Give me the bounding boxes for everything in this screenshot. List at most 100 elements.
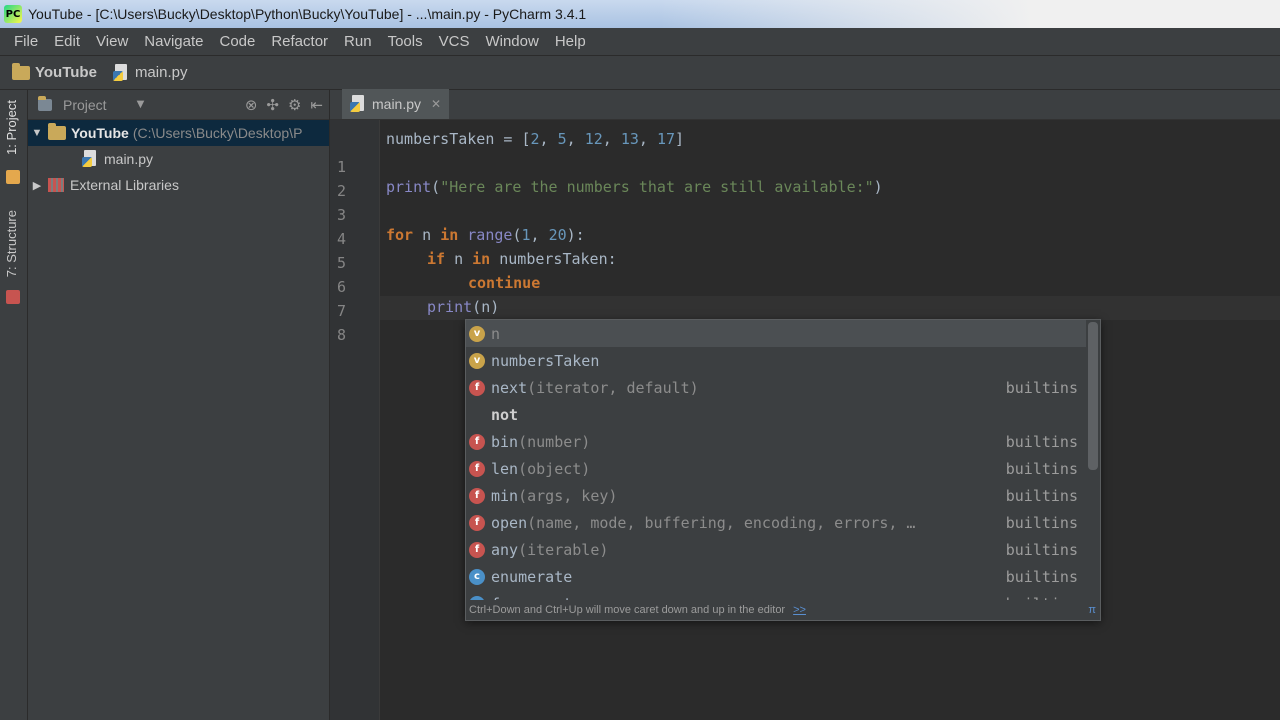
- pin-icon[interactable]: π: [1088, 604, 1096, 616]
- tree-item-youtube[interactable]: ▼ YouTube (C:\Users\Bucky\Desktop\P: [28, 120, 329, 146]
- tree-item-path: (C:\Users\Bucky\Desktop\P: [132, 125, 303, 141]
- completion-name: any: [491, 540, 519, 559]
- function-icon: f: [469, 433, 485, 450]
- tab-main-py[interactable]: main.py ✕: [342, 89, 450, 119]
- code-token: n: [445, 250, 473, 268]
- chevron-down-icon[interactable]: ▼: [137, 99, 145, 110]
- code-token: ,: [566, 130, 585, 148]
- title-bar: PC YouTube - [C:\Users\Bucky\Desktop\Pyt…: [0, 0, 1280, 28]
- completion-name: enumerate: [491, 567, 573, 586]
- completion-item[interactable]: c enumerate builtins: [466, 563, 1086, 590]
- line-number: 3: [336, 206, 346, 224]
- tab-label: main.py: [372, 96, 422, 112]
- menu-navigate[interactable]: Navigate: [136, 33, 211, 50]
- completion-name: min: [491, 486, 519, 505]
- function-icon: f: [469, 460, 485, 477]
- project-panel-toolbar: ⊗ ✣ ⚙ ⇤: [245, 96, 323, 114]
- code-token: ):: [566, 226, 585, 244]
- line-number-gutter: 1 2 3 4 5 6 7 8: [330, 120, 380, 720]
- code-line-6: if n in numbersTaken:: [427, 247, 617, 271]
- code-token: print: [427, 298, 473, 316]
- menu-help[interactable]: Help: [547, 33, 594, 50]
- completion-item[interactable]: f bin (number) builtins: [466, 428, 1086, 455]
- code-token: in: [472, 250, 491, 268]
- title-bar-fade: [660, 0, 1280, 28]
- completion-name: len: [491, 459, 519, 478]
- menu-view[interactable]: View: [88, 33, 136, 50]
- menu-run[interactable]: Run: [336, 33, 380, 50]
- completion-item[interactable]: v numbersTaken: [466, 347, 1086, 374]
- current-line-highlight: [380, 296, 1280, 320]
- completion-params: (number): [518, 432, 591, 451]
- completion-source: builtins: [1005, 432, 1078, 451]
- completion-item[interactable]: not: [466, 401, 1086, 428]
- completion-item[interactable]: f any (iterable) builtins: [466, 536, 1086, 563]
- popup-scrollbar[interactable]: [1088, 322, 1098, 470]
- scroll-from-source-icon[interactable]: ⊗: [245, 96, 258, 114]
- code-token: in: [440, 226, 459, 244]
- tool-tab-project[interactable]: 1: Project: [4, 100, 19, 155]
- breadcrumb-project[interactable]: YouTube: [12, 62, 97, 81]
- completion-item[interactable]: v n: [466, 320, 1086, 347]
- tree-item-external-libraries[interactable]: ▶ External Libraries: [28, 172, 329, 198]
- variable-icon: v: [469, 325, 485, 342]
- tool-window-strip: 1: Project 7: Structure: [0, 90, 28, 720]
- completion-source: builtins: [1005, 540, 1078, 559]
- code-token: 13: [620, 130, 639, 148]
- code-token: n: [481, 298, 491, 316]
- line-number: 4: [336, 230, 346, 248]
- menu-bar: File Edit View Navigate Code Refactor Ru…: [0, 28, 1280, 56]
- completion-params: (name, mode, buffering, encoding, errors…: [527, 513, 916, 532]
- menu-tools[interactable]: Tools: [380, 33, 431, 50]
- line-number: 2: [336, 182, 346, 200]
- project-panel: Project ▼ ⊗ ✣ ⚙ ⇤ ▼ YouTube (C:\Users\Bu…: [28, 90, 330, 720]
- code-token: "Here are the numbers that are still ava…: [440, 178, 874, 196]
- library-icon: [48, 178, 64, 192]
- menu-file[interactable]: File: [6, 33, 46, 50]
- structure-tool-icon: [6, 290, 20, 304]
- tree-item-label: main.py: [104, 151, 154, 167]
- code-token: [: [521, 130, 531, 148]
- completion-item[interactable]: f len (object) builtins: [466, 455, 1086, 482]
- completion-item[interactable]: f next (iterator, default) builtins: [466, 374, 1086, 401]
- code-completion-popup[interactable]: v n v numbersTaken f next (iterator, def…: [465, 319, 1101, 621]
- line-number: 8: [336, 326, 346, 344]
- tree-item-main-py[interactable]: main.py: [28, 146, 329, 172]
- close-icon[interactable]: ✕: [431, 97, 441, 111]
- code-line-5: for n in range(1, 20):: [386, 223, 585, 247]
- code-token: 1: [521, 226, 531, 244]
- tree-item-label: External Libraries: [70, 177, 179, 193]
- project-panel-title[interactable]: Project: [63, 97, 107, 113]
- expand-arrow-icon[interactable]: ▶: [30, 179, 44, 192]
- completion-hint: Ctrl+Down and Ctrl+Up will move caret do…: [466, 600, 1100, 620]
- completion-hint-link[interactable]: >>: [793, 604, 806, 616]
- keyword-icon: [469, 407, 485, 423]
- menu-window[interactable]: Window: [477, 33, 546, 50]
- gear-icon[interactable]: ⚙: [288, 96, 301, 114]
- completion-name: numbersTaken: [491, 351, 600, 370]
- code-line-8: print(n): [427, 295, 499, 319]
- code-token: numbersTaken: [386, 130, 495, 148]
- completion-item[interactable]: f open (name, mode, buffering, encoding,…: [466, 509, 1086, 536]
- collapse-all-icon[interactable]: ✣: [266, 96, 279, 114]
- completion-item[interactable]: f min (args, key) builtins: [466, 482, 1086, 509]
- code-token: range: [467, 226, 513, 244]
- line-number: 5: [336, 254, 346, 272]
- function-icon: f: [469, 487, 485, 504]
- menu-vcs[interactable]: VCS: [431, 33, 478, 50]
- completion-name: next: [491, 378, 528, 397]
- menu-code[interactable]: Code: [211, 33, 263, 50]
- editor-tab-bar: main.py ✕: [330, 89, 1280, 120]
- breadcrumb-file[interactable]: main.py: [112, 63, 187, 82]
- expand-arrow-icon[interactable]: ▼: [30, 127, 44, 139]
- hide-panel-icon[interactable]: ⇤: [310, 96, 323, 114]
- code-token: =: [494, 130, 522, 148]
- tool-tab-structure[interactable]: 7: Structure: [4, 210, 19, 277]
- breadcrumb-project-label: YouTube: [35, 64, 97, 81]
- menu-refactor[interactable]: Refactor: [263, 33, 336, 50]
- code-token: for: [386, 226, 414, 244]
- line-number: 6: [336, 278, 346, 296]
- menu-edit[interactable]: Edit: [46, 33, 88, 50]
- code-token: 12: [584, 130, 603, 148]
